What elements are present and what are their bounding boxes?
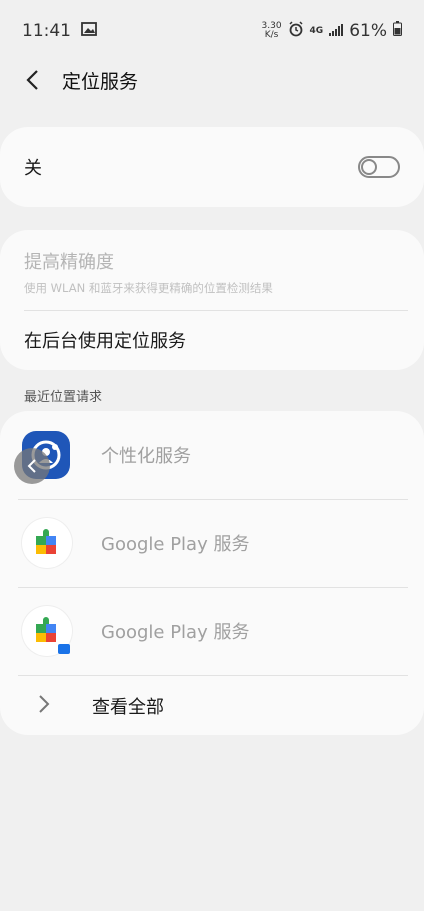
gallery-notification-icon [81,21,97,41]
network-type: 4G [309,26,324,36]
switch-knob [361,159,377,175]
chevron-right-icon [39,695,50,713]
view-all-button[interactable]: 查看全部 [0,676,424,736]
improve-accuracy-subtitle: 使用 WLAN 和蓝牙来获得更精确的位置检测结果 [24,281,273,295]
google-play-services-icon [22,518,72,568]
app-bar: 定位服务 [0,60,424,100]
floating-back-button[interactable] [14,448,50,484]
list-item[interactable]: Google Play 服务 [0,587,424,675]
background-location-item[interactable]: 在后台使用定位服务 [24,312,186,368]
app-name: Google Play 服务 [101,534,250,555]
list-item[interactable]: 个性化服务 [0,411,424,499]
recent-requests-header: 最近位置请求 [24,390,103,405]
view-all-label: 查看全部 [92,697,164,718]
improve-accuracy-item[interactable]: 提高精确度 使用 WLAN 和蓝牙来获得更精确的位置检测结果 [24,248,400,296]
clock: 11:41 [22,21,71,41]
page-title: 定位服务 [62,70,139,93]
google-play-services-work-icon [22,606,72,656]
chevron-left-icon [27,459,36,473]
signal-icon [329,21,344,41]
work-badge-icon [58,644,70,654]
list-item[interactable]: Google Play 服务 [0,499,424,587]
location-switch[interactable] [358,156,400,178]
improve-accuracy-title: 提高精确度 [24,252,114,273]
app-name: 个性化服务 [101,446,191,467]
battery-icon [393,21,402,41]
location-toggle-card: 关 [0,127,424,207]
battery-percent: 61% [349,21,387,41]
alarm-icon [288,20,304,42]
back-arrow-icon [26,70,38,90]
divider [24,310,408,311]
location-toggle-label: 关 [24,158,42,179]
location-settings-card: 提高精确度 使用 WLAN 和蓝牙来获得更精确的位置检测结果 在后台使用定位服务 [0,230,424,370]
network-speed: 3.30 K/s [261,21,282,40]
back-button[interactable] [2,60,62,100]
background-location-label: 在后台使用定位服务 [24,331,186,352]
location-toggle-row[interactable]: 关 [24,127,400,207]
app-name: Google Play 服务 [101,622,250,643]
status-bar: 11:41 3.30 K/s 4G 61% [0,14,424,48]
